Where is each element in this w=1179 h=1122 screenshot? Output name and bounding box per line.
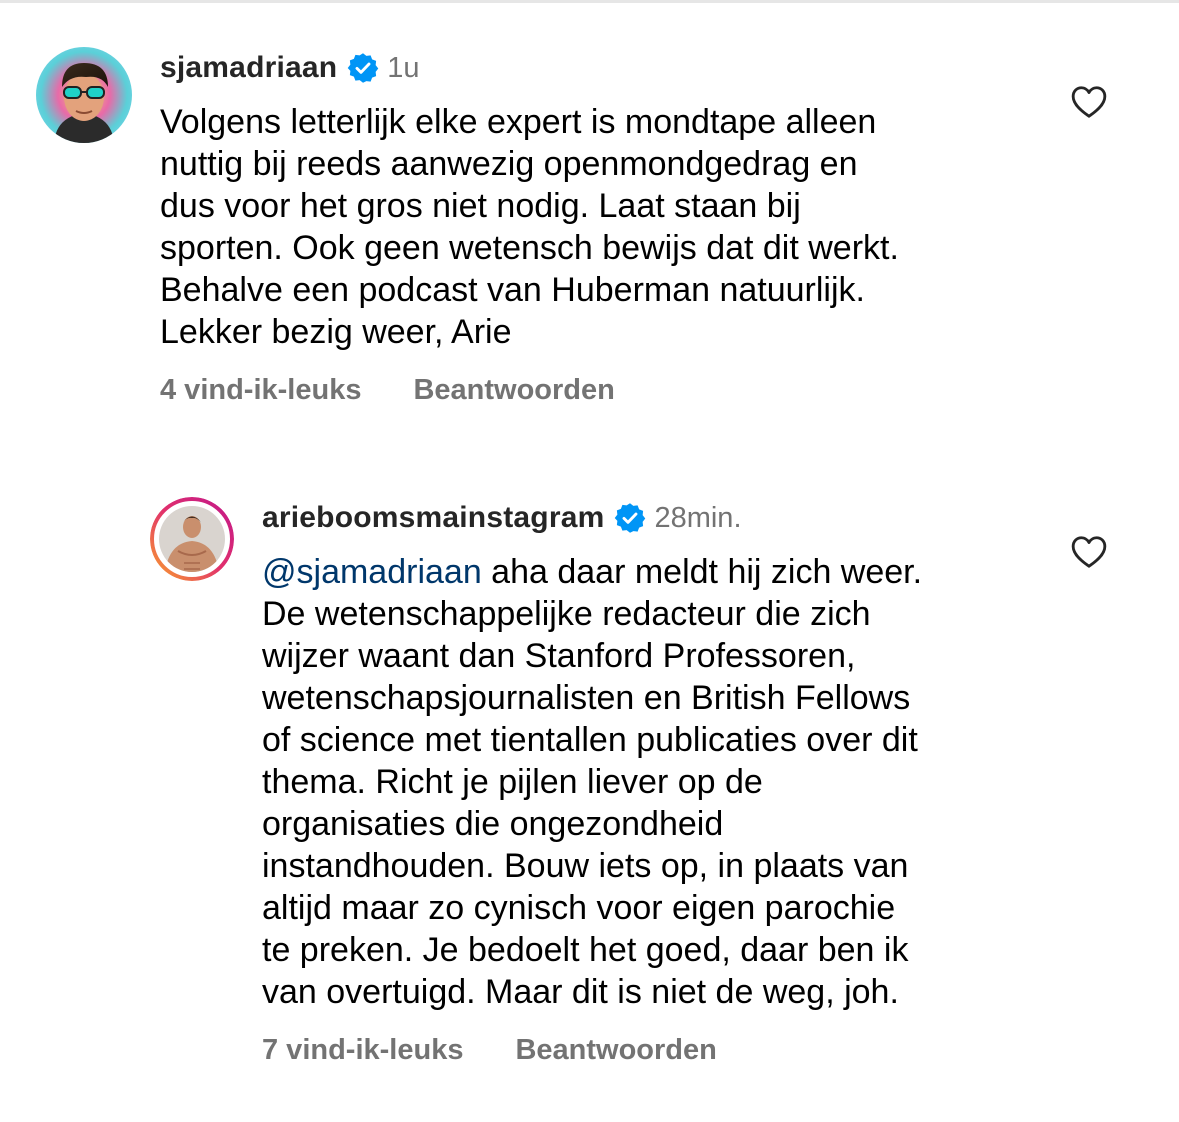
like-count[interactable]: 4 vind-ik-leuks (160, 374, 361, 407)
username[interactable]: sjamadriaan (160, 51, 337, 85)
comment-arieboomsmainstagram: arieboomsmainstagram 28min. @sjamadriaan… (0, 440, 1179, 1122)
comment-time: 1u (387, 51, 420, 84)
verified-badge-icon (347, 52, 379, 84)
reply-button[interactable]: Beantwoorden (515, 1034, 716, 1067)
verified-badge-icon (614, 502, 646, 534)
comment-time: 28min. (654, 501, 742, 534)
comment-sjamadriaan: sjamadriaan 1u Volgens letterlijk elke e… (0, 0, 1179, 440)
heart-outline-icon[interactable] (1070, 84, 1108, 120)
comment-text: Volgens letterlijk elke expert is mondta… (160, 103, 899, 351)
comment-text: @sjamadriaan aha daar meldt hij zich wee… (262, 551, 1062, 1013)
comment-actions: 4 vind-ik-leuks Beantwoorden (160, 374, 615, 407)
comment-header: sjamadriaan 1u (160, 51, 420, 85)
reply-button[interactable]: Beantwoorden (413, 374, 614, 407)
comment-header: arieboomsmainstagram 28min. (262, 501, 742, 535)
mention-link[interactable]: @sjamadriaan (262, 553, 482, 591)
like-count[interactable]: 7 vind-ik-leuks (262, 1034, 463, 1067)
comment-text-body: aha daar meldt hij zich weer. De wetensc… (262, 553, 923, 1011)
comment-actions: 7 vind-ik-leuks Beantwoorden (262, 1034, 717, 1067)
avatar-sjamadriaan[interactable] (36, 47, 132, 143)
heart-outline-icon[interactable] (1070, 534, 1108, 570)
username[interactable]: arieboomsmainstagram (262, 501, 604, 535)
avatar-arieboomsmainstagram[interactable] (150, 497, 234, 581)
